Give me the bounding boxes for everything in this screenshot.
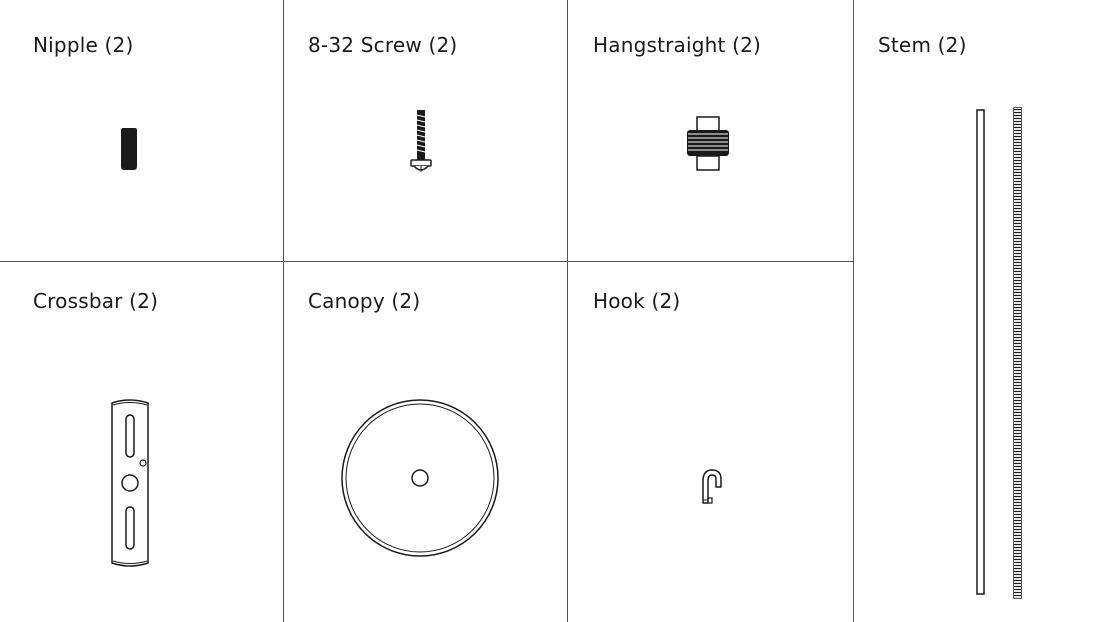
parts-sheet: Nipple (2) 8-32 Screw (2) Hangstraight (… xyxy=(0,0,1120,622)
hook-illustration xyxy=(702,469,722,504)
crossbar-illustration xyxy=(111,399,149,567)
divider-h-1 xyxy=(0,261,853,262)
canopy-label: Canopy (2) xyxy=(308,289,421,313)
stem-illustration xyxy=(976,107,1022,599)
screw-label: 8-32 Screw (2) xyxy=(308,33,458,57)
divider-v-3 xyxy=(853,0,854,622)
canopy-illustration xyxy=(341,399,499,557)
divider-v-1 xyxy=(283,0,284,622)
stem-label: Stem (2) xyxy=(878,33,967,57)
screw-illustration xyxy=(410,110,432,172)
divider-v-2 xyxy=(567,0,568,622)
hangstraight-label: Hangstraight (2) xyxy=(593,33,762,57)
crossbar-label: Crossbar (2) xyxy=(33,289,159,313)
nipple-illustration xyxy=(121,128,137,170)
hangstraight-illustration xyxy=(687,116,729,171)
hook-label: Hook (2) xyxy=(593,289,681,313)
nipple-label: Nipple (2) xyxy=(33,33,134,57)
